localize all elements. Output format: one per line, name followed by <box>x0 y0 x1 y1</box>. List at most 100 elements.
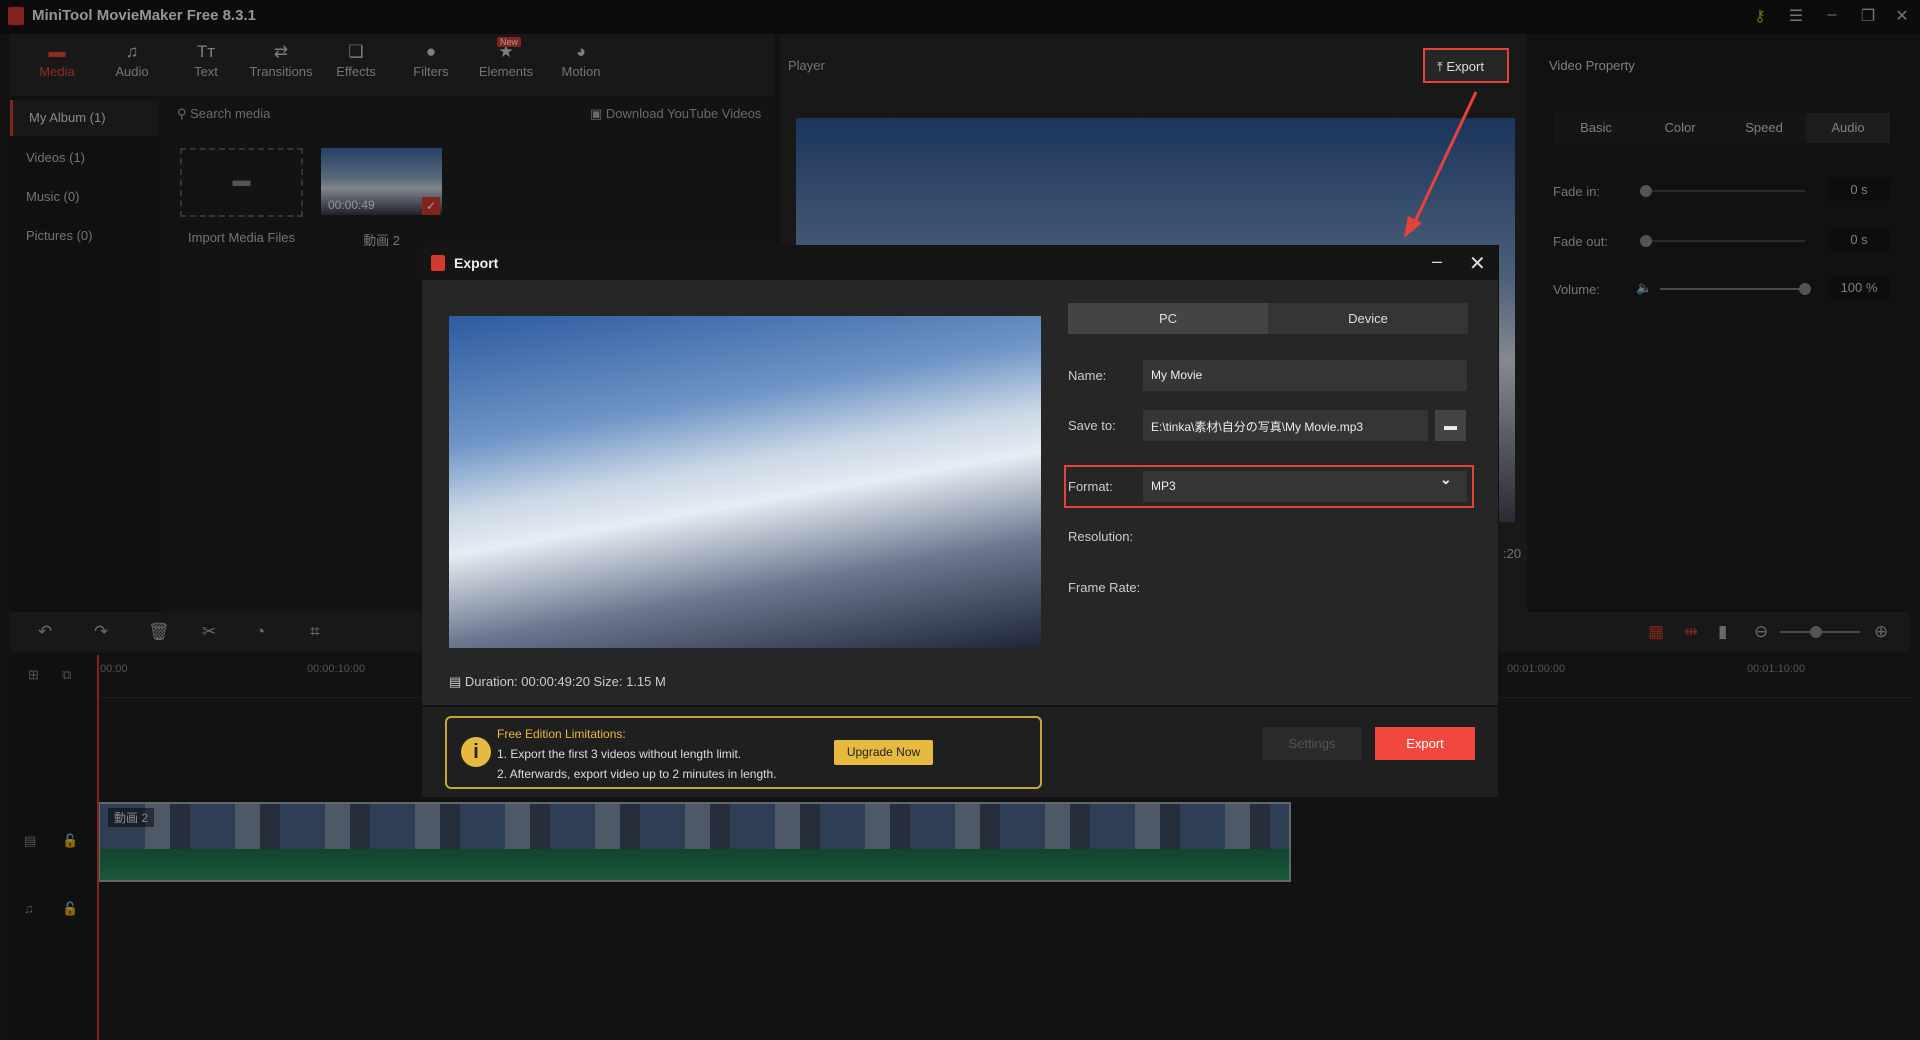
menu-icon[interactable]: ☰ <box>1784 6 1808 26</box>
resolution-label: Resolution: <box>1068 529 1133 544</box>
undo-icon[interactable]: ↶ <box>38 622 52 642</box>
maximize-button[interactable]: ❐ <box>1856 6 1880 26</box>
lock-icon[interactable]: 🔓 <box>62 901 78 917</box>
name-input[interactable]: My Movie <box>1143 360 1467 391</box>
ruler-tick-label: 00:01:00:00 <box>1507 663 1565 675</box>
export-preview-image <box>449 316 1041 648</box>
split-icon[interactable]: ✂ <box>202 622 216 642</box>
fade-in-label: Fade in: <box>1553 184 1600 199</box>
browse-folder-button[interactable]: ▬ <box>1435 410 1466 441</box>
fade-out-label: Fade out: <box>1553 234 1608 249</box>
tab-audio[interactable]: ♫Audio <box>97 42 167 79</box>
tab-color[interactable]: Color <box>1638 113 1722 143</box>
limit-line-1: 1. Export the first 3 videos without len… <box>497 747 741 761</box>
download-youtube-link[interactable]: ▣ Download YouTube Videos <box>590 106 761 122</box>
chevron-down-icon[interactable]: ⌄ <box>1440 471 1452 488</box>
sidebar-item-music[interactable]: Music (0) <box>10 179 159 215</box>
snap-icon[interactable]: ▦ <box>1648 622 1664 642</box>
fade-in-slider[interactable] <box>1640 190 1805 192</box>
key-icon[interactable]: ⚷ <box>1748 6 1772 26</box>
media-icon: ▬ <box>22 42 92 64</box>
fade-in-value[interactable]: 0 s <box>1828 179 1890 201</box>
upgrade-now-button[interactable]: Upgrade Now <box>834 740 933 765</box>
crop-icon[interactable]: ⌗ <box>310 622 320 642</box>
timeline-video-clip[interactable]: 動画 2 <box>98 802 1291 882</box>
check-icon: ✓ <box>422 197 440 215</box>
volume-slider[interactable] <box>1660 288 1805 290</box>
export-button[interactable]: Export <box>1375 727 1475 760</box>
slider-knob[interactable] <box>1640 235 1652 247</box>
link-icon[interactable]: ⇹ <box>1684 622 1698 642</box>
slider-knob[interactable] <box>1810 626 1822 638</box>
free-limitations-notice: i Free Edition Limitations: 1. Export th… <box>445 716 1042 789</box>
tab-effects[interactable]: ❏Effects <box>321 42 391 79</box>
timeline-zoom-slider[interactable] <box>1780 631 1860 633</box>
lock-icon[interactable]: 🔓 <box>62 833 78 849</box>
save-to-input[interactable]: E:\tinka\素材\自分の写真\My Movie.mp3 <box>1143 410 1428 441</box>
clip-frames <box>100 804 1289 849</box>
limit-line-2: 2. Afterwards, export video up to 2 minu… <box>497 767 777 781</box>
track-headers: ⊞ ⧉ ▤ 🔓 ♫ 🔓 <box>10 655 96 1040</box>
dialog-title-bar: Export – ✕ <box>422 246 1498 280</box>
slider-knob[interactable] <box>1640 185 1652 197</box>
delete-icon[interactable]: 🗑 <box>148 622 170 642</box>
search-icon: ⚲ <box>177 106 190 121</box>
limit-title: Free Edition Limitations: <box>497 727 626 741</box>
volume-value[interactable]: 100 % <box>1828 277 1890 299</box>
slider-knob[interactable] <box>1799 283 1811 295</box>
import-media-button[interactable]: ▬ <box>180 148 303 217</box>
sidebar-item-my-album[interactable]: My Album (1) <box>10 100 159 136</box>
zoom-in-icon[interactable]: ⊕ <box>1874 622 1888 642</box>
app-logo-icon <box>431 255 445 271</box>
youtube-icon: ▣ <box>590 106 606 121</box>
dialog-close-button[interactable]: ✕ <box>1469 251 1486 276</box>
folder-icon: ▬ <box>1444 418 1457 433</box>
main-toolbar: ▬Media ♫Audio TтText ⇄Transitions ❏Effec… <box>10 34 774 96</box>
format-label: Format: <box>1068 479 1113 494</box>
copy-track-icon[interactable]: ⧉ <box>62 667 71 683</box>
sidebar-item-pictures[interactable]: Pictures (0) <box>10 218 159 254</box>
audio-wave-icon[interactable]: ▮ <box>1718 622 1727 642</box>
effects-icon: ❏ <box>321 42 391 64</box>
sidebar-item-videos[interactable]: Videos (1) <box>10 140 159 176</box>
duration-size-info: ▤ Duration: 00:00:49:20 Size: 1.15 M <box>449 674 666 690</box>
info-icon: i <box>461 737 491 767</box>
tab-pc[interactable]: PC <box>1068 303 1268 334</box>
film-icon: ▤ <box>449 674 465 689</box>
tab-basic[interactable]: Basic <box>1554 113 1638 143</box>
import-media-label: Import Media Files <box>180 230 303 245</box>
tab-elements[interactable]: ★Elements <box>471 42 541 79</box>
fade-out-value[interactable]: 0 s <box>1828 229 1890 251</box>
tab-motion[interactable]: ◕Motion <box>546 42 616 79</box>
tab-audio-props[interactable]: Audio <box>1806 113 1890 143</box>
minimize-button[interactable]: – <box>1820 6 1844 24</box>
redo-icon[interactable]: ↷ <box>94 622 108 642</box>
settings-button[interactable]: Settings <box>1262 727 1362 760</box>
tab-media[interactable]: ▬Media <box>22 42 92 79</box>
dialog-minimize-button[interactable]: – <box>1432 251 1442 272</box>
dialog-title: Export <box>454 255 498 271</box>
tab-speed[interactable]: Speed <box>1722 113 1806 143</box>
export-dialog: Export – ✕ ▤ Duration: 00:00:49:20 Size:… <box>421 245 1499 796</box>
music-icon: ♫ <box>97 42 167 64</box>
search-media-input[interactable]: ⚲ Search media <box>177 106 270 122</box>
player-export-button[interactable]: ⤒ Export <box>1423 48 1509 83</box>
zoom-out-icon[interactable]: ⊖ <box>1754 622 1768 642</box>
ruler-tick-label: 00:00 <box>100 663 128 675</box>
tab-filters[interactable]: ●Filters <box>396 42 466 79</box>
save-to-label: Save to: <box>1068 418 1116 433</box>
tab-text[interactable]: TтText <box>171 42 241 79</box>
close-button[interactable]: ✕ <box>1890 6 1914 26</box>
music-track-icon: ♫ <box>24 901 34 916</box>
add-track-icon[interactable]: ⊞ <box>28 667 39 683</box>
volume-label: Volume: <box>1553 282 1600 297</box>
clip-label: 動画 2 <box>108 808 154 827</box>
fade-out-slider[interactable] <box>1640 240 1805 242</box>
props-title: Video Property <box>1549 58 1635 73</box>
tab-transitions[interactable]: ⇄Transitions <box>246 42 316 79</box>
playhead[interactable] <box>97 655 99 1040</box>
format-select[interactable]: MP3 <box>1143 471 1467 502</box>
tab-device[interactable]: Device <box>1268 303 1468 334</box>
name-label: Name: <box>1068 368 1106 383</box>
speed-icon[interactable]: ◔ <box>255 622 265 642</box>
